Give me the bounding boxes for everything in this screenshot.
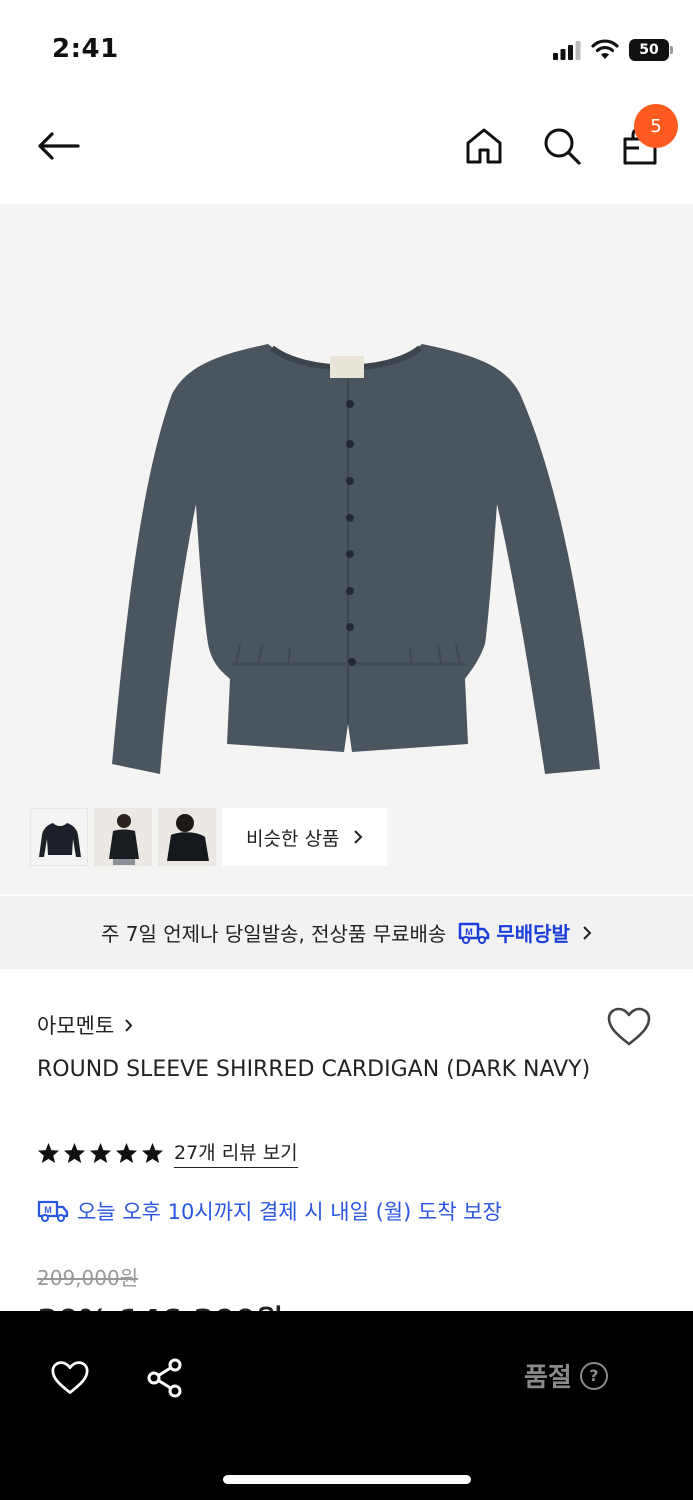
delivery-promise: M 오늘 오후 10시까지 결제 시 내일 (월) 도착 보장: [37, 1196, 502, 1226]
chevron-right-icon: [354, 830, 363, 844]
share-icon: [147, 1358, 182, 1398]
heart-icon: [51, 1361, 89, 1394]
original-price: 209,000원: [37, 1266, 139, 1290]
brand-link[interactable]: 아모멘토: [37, 1010, 133, 1040]
thumbnail-2[interactable]: [94, 808, 152, 866]
thumbnail-cardigan-image: [31, 809, 87, 865]
chevron-right-icon: [125, 1018, 133, 1032]
battery-icon: 50: [629, 39, 673, 61]
home-icon: [466, 128, 502, 164]
star-icon: [89, 1142, 112, 1164]
brand-name: 아모멘토: [37, 1014, 115, 1038]
search-button[interactable]: [536, 120, 588, 172]
rating-row: 27개 리뷰 보기: [37, 1138, 298, 1168]
star-icon: [141, 1142, 164, 1164]
top-nav: [0, 96, 693, 202]
delivery-promise-text: 오늘 오후 10시까지 결제 시 내일 (월) 도착 보장: [77, 1200, 502, 1224]
star-rating: [37, 1142, 164, 1164]
product-image[interactable]: [0, 204, 693, 894]
soldout-status: 품절 ?: [524, 1357, 608, 1394]
wishlist-button[interactable]: [606, 1006, 654, 1050]
status-time: 2:41: [52, 34, 119, 64]
home-indicator: [223, 1475, 471, 1484]
cardigan-image: [112, 344, 600, 774]
bottom-wishlist-button[interactable]: [45, 1353, 95, 1403]
thumbnail-1[interactable]: [30, 808, 88, 866]
share-button[interactable]: [140, 1353, 190, 1403]
delivery-truck-icon: M: [37, 1200, 69, 1222]
thumbnail-model-side-image: [159, 809, 215, 865]
star-icon: [37, 1142, 60, 1164]
arrow-left-icon: [38, 132, 80, 160]
shipping-banner-text: 주 7일 언제나 당일발송, 전상품 무료배송: [101, 922, 447, 946]
chevron-right-icon: [583, 925, 592, 940]
similar-products-button[interactable]: 비슷한 상품: [222, 808, 388, 866]
free-shipping-logo: M 무배당발: [458, 918, 570, 947]
thumbnail-3[interactable]: [158, 808, 216, 866]
wifi-icon: [591, 39, 619, 59]
delivery-truck-icon: M: [459, 922, 490, 944]
status-icons: 50: [553, 36, 673, 64]
status-bar: 2:41 50: [0, 0, 693, 96]
heart-icon: [607, 1007, 651, 1046]
shipping-banner[interactable]: 주 7일 언제나 당일발송, 전상품 무료배송 M 무배당발: [0, 896, 693, 969]
thumbnail-strip: 비슷한 상품: [30, 808, 388, 866]
soldout-label: 품절: [524, 1363, 572, 1393]
back-button[interactable]: [32, 120, 84, 172]
reviews-link[interactable]: 27개 리뷰 보기: [174, 1138, 298, 1168]
product-title: ROUND SLEEVE SHIRRED CARDIGAN (DARK NAVY…: [37, 1057, 591, 1082]
free-shipping-service-name: 무배당발: [496, 922, 570, 946]
similar-products-label: 비슷한 상품: [246, 827, 340, 850]
svg-text:M: M: [466, 927, 474, 937]
signal-icon: [553, 41, 581, 60]
star-icon: [115, 1142, 138, 1164]
help-icon[interactable]: ?: [579, 1361, 608, 1390]
cart-count-badge: 5: [634, 104, 678, 148]
star-icon: [63, 1142, 86, 1164]
bottom-action-bar: 품절 ?: [0, 1311, 693, 1500]
thumbnail-model-front-image: [95, 809, 151, 865]
search-icon: [544, 128, 581, 165]
svg-text:M: M: [44, 1205, 52, 1215]
home-button[interactable]: [458, 120, 510, 172]
